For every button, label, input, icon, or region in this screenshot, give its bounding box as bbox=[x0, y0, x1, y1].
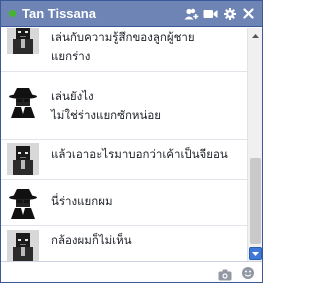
chat-window: Tan Tissana เล่นกับความรู้สึกของลูกผู้ชา… bbox=[0, 0, 263, 283]
video-call-icon[interactable] bbox=[201, 4, 220, 24]
message-line: เล่นกับความรู้สึกของลูกผู้ชาย bbox=[51, 32, 195, 44]
gear-icon[interactable] bbox=[220, 4, 239, 24]
message-text: นี่ร่างแยกผม bbox=[51, 193, 243, 212]
message-input[interactable] bbox=[5, 265, 205, 281]
character-avatar[interactable] bbox=[7, 28, 39, 54]
chat-titlebar[interactable]: Tan Tissana bbox=[1, 1, 262, 27]
message-text: กล้องผมก็ไม่เห็น bbox=[51, 232, 243, 251]
message-line: กล้องผมก็ไม่เห็น bbox=[51, 235, 132, 247]
sticker-icon[interactable] bbox=[241, 265, 255, 280]
scroll-up-arrow-icon[interactable] bbox=[249, 29, 262, 42]
message-composer bbox=[1, 261, 262, 282]
spy-avatar[interactable] bbox=[7, 187, 39, 219]
scrollbar-thumb[interactable] bbox=[250, 158, 261, 244]
message-group: กล้องผมก็ไม่เห็น bbox=[1, 226, 247, 261]
message-text: เล่นยังไง ไม่ใช่ร่างแยกซักหน่อย bbox=[51, 88, 243, 126]
message-line: เล่นยังไง bbox=[51, 91, 94, 103]
message-line: ไม่ใช่ร่างแยกซักหน่อย bbox=[51, 110, 162, 122]
titlebar-actions bbox=[182, 4, 258, 24]
camera-icon[interactable] bbox=[218, 266, 232, 281]
message-line: แล้วเอาอะไรมาบอกว่าเค้าเป็นจียอน bbox=[51, 149, 228, 161]
message-group: นี่ร่างแยกผม bbox=[1, 180, 247, 226]
message-group: เล่นกับความรู้สึกของลูกผู้ชาย แยกร่าง bbox=[1, 28, 247, 72]
close-icon[interactable] bbox=[239, 4, 258, 24]
message-text: แล้วเอาอะไรมาบอกว่าเค้าเป็นจียอน bbox=[51, 146, 243, 165]
message-text: เล่นกับความรู้สึกของลูกผู้ชาย แยกร่าง bbox=[51, 29, 243, 67]
contact-name[interactable]: Tan Tissana bbox=[22, 6, 182, 21]
online-status-dot bbox=[9, 10, 16, 17]
message-line: นี่ร่างแยกผม bbox=[51, 196, 113, 208]
message-list[interactable]: เล่นกับความรู้สึกของลูกผู้ชาย แยกร่าง เล… bbox=[1, 28, 247, 261]
message-group: เล่นยังไง ไม่ใช่ร่างแยกซักหน่อย bbox=[1, 86, 247, 140]
add-friend-icon[interactable] bbox=[182, 4, 201, 24]
message-line: แยกร่าง bbox=[51, 51, 91, 63]
spy-avatar[interactable] bbox=[7, 86, 39, 118]
message-group: แล้วเอาอะไรมาบอกว่าเค้าเป็นจียอน bbox=[1, 140, 247, 180]
message-scrollbar[interactable] bbox=[247, 28, 262, 261]
scroll-down-arrow-icon[interactable] bbox=[249, 247, 262, 260]
character-avatar[interactable] bbox=[7, 143, 39, 175]
character-avatar[interactable] bbox=[7, 230, 39, 261]
